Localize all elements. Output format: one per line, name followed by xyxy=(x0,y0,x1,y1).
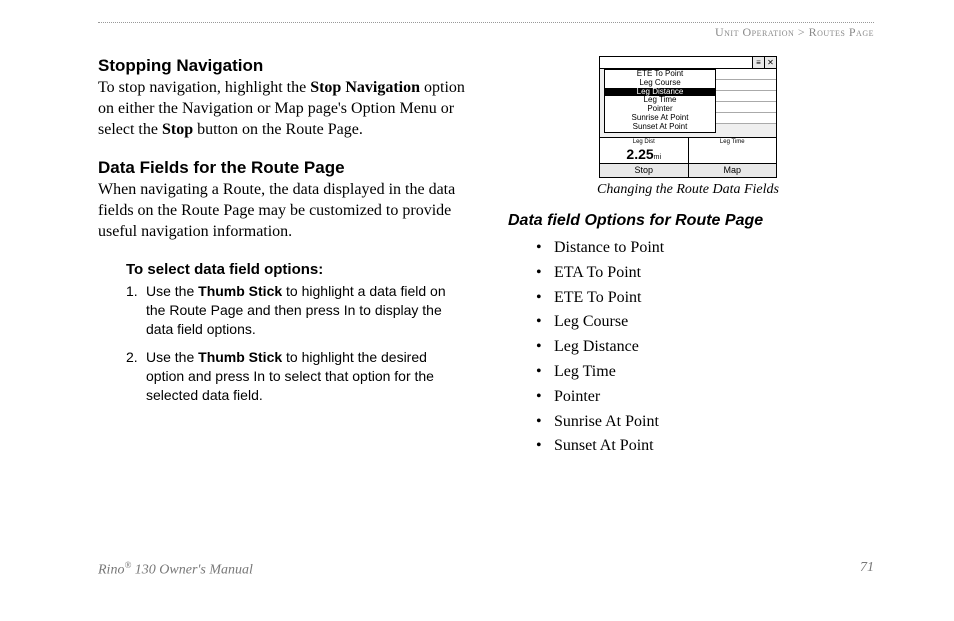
list-item: Pointer xyxy=(536,385,868,410)
heading-stopping-navigation: Stopping Navigation xyxy=(98,56,468,76)
device-row xyxy=(716,80,776,91)
footer-product-tail: 130 Owner's Manual xyxy=(131,563,253,578)
device-data-bar: Leg Dist 2.25mi Leg Time xyxy=(600,137,776,163)
text-bold: Stop Navigation xyxy=(310,79,420,96)
device-row xyxy=(716,102,776,113)
device-row xyxy=(716,113,776,124)
device-titlebar: ≡ ✕ xyxy=(600,57,776,69)
text-bold: Stop xyxy=(162,121,193,138)
text-bold: Thumb Stick xyxy=(198,349,282,365)
device-map-button: Map xyxy=(689,164,777,177)
figure: ≡ ✕ ETE To Point Leg Course Leg Distance… xyxy=(508,56,868,198)
heading-select-options: To select data field options: xyxy=(126,261,468,278)
device-button-bar: Stop Map xyxy=(600,163,776,177)
text-run: Use the xyxy=(146,349,198,365)
footer-page-number: 71 xyxy=(860,560,874,579)
list-item: ETE To Point xyxy=(536,286,868,311)
step-number: 2. xyxy=(126,348,146,405)
value-number: 2.25 xyxy=(626,146,653,162)
titlebar-close-icon: ✕ xyxy=(764,57,776,68)
value-unit: mi xyxy=(654,154,661,161)
device-data-value: 2.25mi xyxy=(603,147,685,161)
breadcrumb-sep: > xyxy=(794,25,808,39)
paragraph-stopping-navigation: To stop navigation, highlight the Stop N… xyxy=(98,78,468,140)
right-column: ≡ ✕ ETE To Point Leg Course Leg Distance… xyxy=(508,56,868,459)
breadcrumb: Unit Operation > Routes Page xyxy=(98,25,874,40)
list-item: Leg Course xyxy=(536,310,868,335)
device-data-label: Leg Dist xyxy=(603,139,685,145)
footer-product-name: Rino xyxy=(98,563,124,578)
heading-options-list: Data field Options for Route Page xyxy=(508,212,868,230)
device-row xyxy=(716,69,776,80)
device-stop-button: Stop xyxy=(600,164,689,177)
step-item: 1. Use the Thumb Stick to highlight a da… xyxy=(126,282,468,339)
device-data-label: Leg Time xyxy=(692,139,774,145)
titlebar-menu-icon: ≡ xyxy=(752,57,764,68)
text-run: Use the xyxy=(146,283,198,299)
figure-caption: Changing the Route Data Fields xyxy=(508,182,868,198)
page-footer: Rino® 130 Owner's Manual 71 xyxy=(98,560,874,579)
header-rule xyxy=(98,22,874,23)
device-row xyxy=(716,91,776,102)
heading-data-fields: Data Fields for the Route Page xyxy=(98,158,468,178)
left-column: Stopping Navigation To stop navigation, … xyxy=(98,56,468,459)
list-item: ETA To Point xyxy=(536,261,868,286)
content-columns: Stopping Navigation To stop navigation, … xyxy=(98,56,874,459)
list-item: Sunrise At Point xyxy=(536,410,868,435)
steps-list: 1. Use the Thumb Stick to highlight a da… xyxy=(126,282,468,405)
footer-product: Rino® 130 Owner's Manual xyxy=(98,560,253,579)
text-run: To stop navigation, highlight the xyxy=(98,79,310,96)
step-item: 2. Use the Thumb Stick to highlight the … xyxy=(126,348,468,405)
device-list-item: Sunset At Point xyxy=(605,123,715,132)
step-number: 1. xyxy=(126,282,146,339)
device-screenshot: ≡ ✕ ETE To Point Leg Course Leg Distance… xyxy=(599,56,777,178)
step-text: Use the Thumb Stick to highlight the des… xyxy=(146,348,468,405)
device-option-list: ETE To Point Leg Course Leg Distance Leg… xyxy=(604,69,716,133)
titlebar-spacer xyxy=(600,57,752,68)
step-text: Use the Thumb Stick to highlight a data … xyxy=(146,282,468,339)
breadcrumb-section: Unit Operation xyxy=(715,25,794,39)
device-data-cell-left: Leg Dist 2.25mi xyxy=(600,138,689,163)
list-item: Sunset At Point xyxy=(536,434,868,459)
breadcrumb-page: Routes Page xyxy=(809,25,874,39)
options-list: Distance to Point ETA To Point ETE To Po… xyxy=(536,236,868,459)
list-item: Distance to Point xyxy=(536,236,868,261)
paragraph-data-fields: When navigating a Route, the data displa… xyxy=(98,180,468,242)
list-item: Leg Time xyxy=(536,360,868,385)
device-data-cell-right: Leg Time xyxy=(689,138,777,163)
list-item: Leg Distance xyxy=(536,335,868,360)
text-run: button on the Route Page. xyxy=(193,121,363,138)
text-bold: Thumb Stick xyxy=(198,283,282,299)
